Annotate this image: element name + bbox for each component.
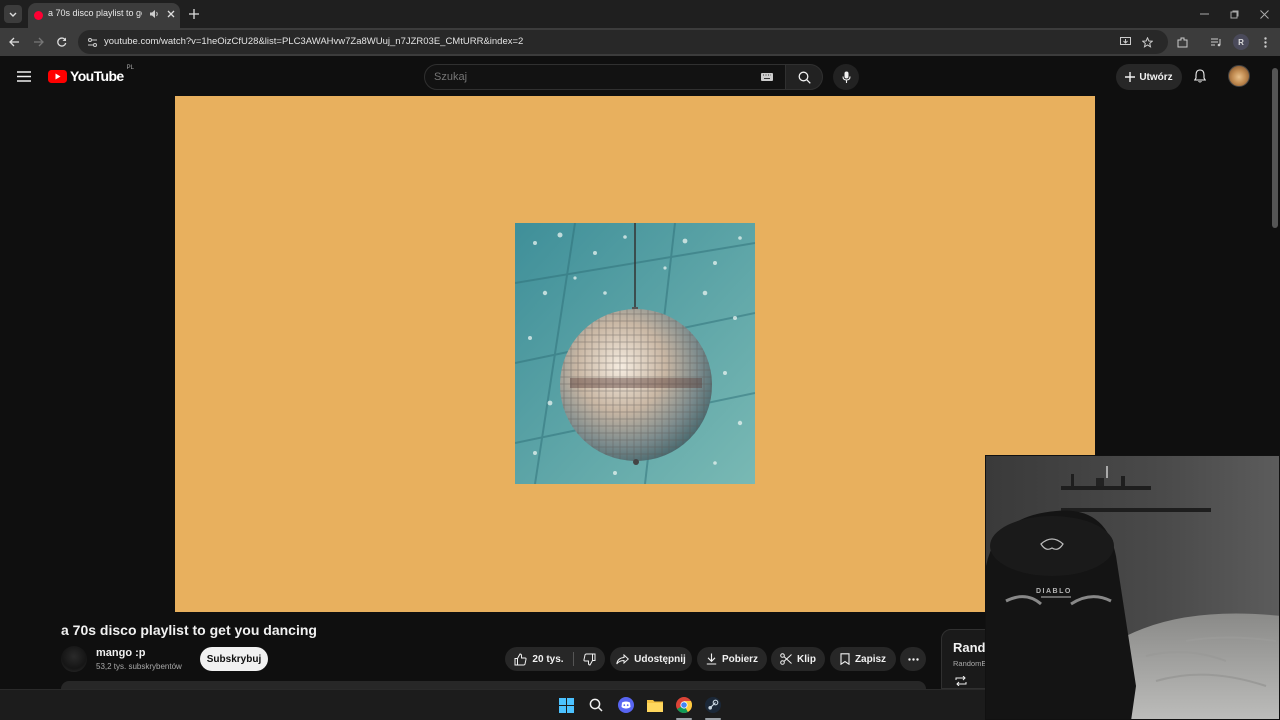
scrollbar-thumb[interactable] xyxy=(1272,68,1278,228)
clip-label: Klip xyxy=(797,653,816,665)
tab-search-button[interactable] xyxy=(4,5,22,23)
download-label: Pobierz xyxy=(721,653,759,665)
share-button[interactable]: Udostępnij xyxy=(610,647,692,671)
youtube-logo-text: YouTube xyxy=(70,68,124,84)
search-button[interactable] xyxy=(785,64,823,90)
voice-search-button[interactable] xyxy=(833,64,859,90)
guide-menu-icon[interactable] xyxy=(16,68,32,84)
url-text: youtube.com/watch?v=1heOizCfU28&list=PLC… xyxy=(104,36,524,47)
loop-icon[interactable] xyxy=(953,675,969,687)
taskbar-search-icon[interactable] xyxy=(587,696,605,714)
discord-icon[interactable] xyxy=(617,696,635,714)
back-arrow-icon[interactable] xyxy=(6,34,22,50)
thumbs-down-icon xyxy=(583,653,596,666)
description-box[interactable] xyxy=(61,681,926,689)
disco-ball-cover-art xyxy=(515,223,755,484)
video-title: a 70s disco playlist to get you dancing xyxy=(61,622,317,638)
clip-button[interactable]: Klip xyxy=(771,647,825,671)
chrome-icon[interactable] xyxy=(675,696,693,714)
video-player[interactable] xyxy=(175,96,1095,612)
address-bar[interactable]: youtube.com/watch?v=1heOizCfU28&list=PLC… xyxy=(78,30,1168,54)
share-label: Udostępnij xyxy=(634,653,686,665)
webcam-overlay: DIABLO xyxy=(985,455,1280,720)
file-explorer-icon[interactable] xyxy=(646,696,664,714)
save-button[interactable]: Zapisz xyxy=(830,647,896,671)
like-count: 20 tys. xyxy=(532,653,564,665)
keyboard-icon[interactable] xyxy=(760,71,774,83)
search-box[interactable] xyxy=(424,64,786,90)
channel-name[interactable]: mango :p xyxy=(96,647,146,659)
tab-audio-icon[interactable] xyxy=(147,7,161,21)
forward-arrow-icon[interactable] xyxy=(30,34,46,50)
thumbs-up-icon xyxy=(514,652,527,665)
scissors-icon xyxy=(780,653,792,665)
tab-title: a 70s disco playlist to get you dancing xyxy=(48,8,142,18)
windows-start-icon[interactable] xyxy=(557,696,575,714)
youtube-favicon-icon xyxy=(34,11,43,20)
media-controls-icon[interactable] xyxy=(1208,34,1224,50)
notifications-bell-icon[interactable] xyxy=(1192,68,1208,84)
download-button[interactable]: Pobierz xyxy=(697,647,767,671)
reload-icon[interactable] xyxy=(54,34,70,50)
share-icon xyxy=(616,653,630,664)
minimize-window-icon[interactable] xyxy=(1196,6,1212,22)
region-code: PL xyxy=(126,65,134,71)
download-icon xyxy=(706,653,717,665)
playlist-owner: RandomE xyxy=(953,659,987,668)
profile-avatar[interactable]: R xyxy=(1233,34,1249,50)
user-avatar[interactable] xyxy=(1228,65,1250,87)
microphone-icon xyxy=(841,71,851,83)
youtube-play-icon xyxy=(48,69,67,83)
bookmark-star-icon[interactable] xyxy=(1140,35,1154,49)
more-actions-button[interactable] xyxy=(900,647,926,671)
subscriber-count: 53,2 tys. subskrybentów xyxy=(96,662,182,671)
new-tab-icon[interactable] xyxy=(186,6,202,22)
more-horizontal-icon xyxy=(907,657,919,661)
like-divider xyxy=(572,652,574,666)
install-app-icon[interactable] xyxy=(1118,35,1132,49)
channel-avatar[interactable] xyxy=(61,646,87,672)
search-icon xyxy=(798,71,811,84)
create-label: Utwórz xyxy=(1139,71,1173,83)
create-button[interactable]: Utwórz xyxy=(1116,64,1182,90)
steam-icon[interactable] xyxy=(704,696,722,714)
chair-brand-text: DIABLO xyxy=(1036,588,1072,595)
subscribe-button[interactable]: Subskrybuj xyxy=(200,647,268,671)
close-window-icon[interactable] xyxy=(1256,6,1272,22)
browser-menu-icon[interactable] xyxy=(1258,34,1272,50)
browser-tab-strip: a 70s disco playlist to get you dancing xyxy=(0,0,1280,28)
youtube-logo[interactable]: YouTube PL xyxy=(48,65,134,84)
tab-close-icon[interactable] xyxy=(164,7,178,21)
restore-window-icon[interactable] xyxy=(1226,6,1242,22)
browser-toolbar: youtube.com/watch?v=1heOizCfU28&list=PLC… xyxy=(0,28,1280,56)
like-dislike-group: 20 tys. xyxy=(505,647,605,671)
browser-tab-active[interactable]: a 70s disco playlist to get you dancing xyxy=(28,3,180,28)
search-input[interactable] xyxy=(434,69,754,85)
save-label: Zapisz xyxy=(854,653,887,665)
dislike-button[interactable] xyxy=(583,653,596,666)
bookmark-icon xyxy=(840,653,850,665)
extensions-icon[interactable] xyxy=(1174,34,1190,50)
like-button[interactable]: 20 tys. xyxy=(514,652,564,666)
youtube-masthead: YouTube PL Utwórz xyxy=(0,56,1280,96)
plus-icon xyxy=(1125,72,1136,82)
site-info-icon[interactable] xyxy=(85,35,99,49)
